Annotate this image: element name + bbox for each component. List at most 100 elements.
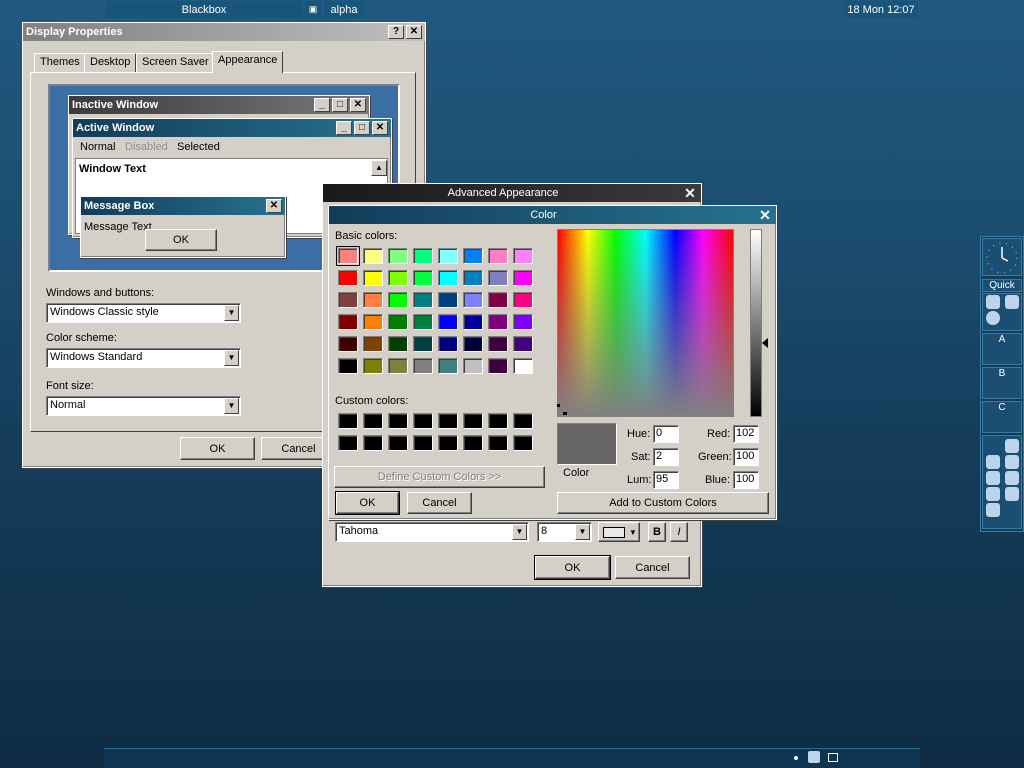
hue-field[interactable]: 0 [653,425,679,443]
size-select[interactable]: 8 ▼ [537,522,592,542]
color-swatch[interactable] [413,336,433,352]
color-swatch[interactable] [463,413,483,429]
help-button[interactable]: ? [388,25,404,39]
color-swatch[interactable] [438,270,458,286]
advanced-titlebar[interactable]: Advanced Appearance ✕ [323,184,701,202]
color-titlebar[interactable]: Color ✕ [329,206,776,224]
color-swatch[interactable] [338,270,358,286]
color-swatch[interactable] [488,270,508,286]
color-swatch[interactable] [463,248,483,264]
ok-button[interactable]: OK [180,437,255,460]
color-swatch[interactable] [338,336,358,352]
color-swatch[interactable] [388,358,408,374]
color-swatch[interactable] [513,336,533,352]
windows-buttons-select[interactable]: Windows Classic style ▼ [46,303,241,323]
color-swatch[interactable] [463,435,483,451]
printer-icon[interactable] [1004,471,1019,485]
color-swatch[interactable] [438,435,458,451]
color-swatch[interactable] [413,413,433,429]
color-swatch[interactable] [513,314,533,330]
tab-themes[interactable]: Themes [34,53,86,72]
workspace-icon[interactable]: ▣ [305,1,321,18]
color-swatch[interactable] [363,413,383,429]
luminosity-slider[interactable] [750,229,762,417]
chevron-down-icon[interactable]: ▼ [224,350,239,366]
close-button[interactable]: ✕ [682,186,698,200]
red-field[interactable]: 102 [733,425,759,443]
color-swatch[interactable] [488,314,508,330]
color-swatch[interactable] [388,435,408,451]
font-select[interactable]: Tahoma ▼ [335,522,529,542]
color-spectrum[interactable] [557,229,734,417]
color-swatch[interactable] [488,413,508,429]
color-swatch[interactable] [363,270,383,286]
lum-field[interactable]: 95 [653,471,679,489]
sat-field[interactable]: 2 [653,448,679,466]
clock-widget[interactable] [982,238,1022,276]
color-swatch[interactable] [363,336,383,352]
advanced-ok-button[interactable]: OK [534,555,611,580]
settings-icon[interactable] [1004,455,1019,469]
color-swatch[interactable] [388,314,408,330]
tab-desktop[interactable]: Desktop [84,53,137,72]
color-swatch[interactable] [413,314,433,330]
color-swatch[interactable] [438,292,458,308]
color-swatch[interactable] [338,435,358,451]
dock-item-a[interactable]: A [982,333,1022,365]
color-swatch[interactable] [513,270,533,286]
color-swatch[interactable] [488,336,508,352]
color-swatch[interactable] [388,292,408,308]
color-swatch[interactable] [463,270,483,286]
color-swatch[interactable] [438,358,458,374]
tray-monitor-icon[interactable] [828,753,838,762]
color-swatch[interactable] [513,248,533,264]
advanced-cancel-button[interactable]: Cancel [615,556,690,579]
color-swatch[interactable] [388,413,408,429]
chevron-down-icon[interactable]: ▼ [224,305,239,321]
color-swatch[interactable] [513,358,533,374]
color-swatch[interactable] [488,292,508,308]
blue-field[interactable]: 100 [733,471,759,489]
color-swatch[interactable] [363,292,383,308]
browser-icon[interactable] [1005,439,1019,453]
color-swatch[interactable] [463,336,483,352]
color-swatch[interactable] [338,292,358,308]
chevron-down-icon[interactable]: ▼ [224,398,239,414]
color-swatch[interactable] [463,358,483,374]
color-swatch[interactable] [388,270,408,286]
color-swatch[interactable] [513,413,533,429]
color-swatch[interactable] [488,435,508,451]
color-swatch[interactable] [463,314,483,330]
computer-icon[interactable] [986,487,1000,501]
explorer-icon[interactable] [1004,295,1019,309]
define-custom-colors-button[interactable]: Define Custom Colors >> [334,466,545,488]
color-swatch[interactable] [438,248,458,264]
chevron-down-icon[interactable]: ▼ [512,524,527,540]
add-to-custom-colors-button[interactable]: Add to Custom Colors [557,492,769,514]
tray-network-icon[interactable] [808,751,820,763]
color-swatch[interactable] [363,358,383,374]
color-swatch[interactable] [338,358,358,374]
color-cancel-button[interactable]: Cancel [407,492,472,514]
tab-appearance[interactable]: Appearance [212,51,284,73]
color-swatch[interactable] [413,270,433,286]
color-swatch[interactable] [413,292,433,308]
close-button[interactable]: ✕ [757,208,773,222]
dock-item-b[interactable]: B [982,367,1022,399]
dock-item-c[interactable]: C [982,401,1022,433]
network-icon[interactable] [986,471,1000,485]
workspace-name[interactable]: alpha [324,1,364,18]
browser-icon[interactable] [986,295,1000,309]
media-player-icon[interactable] [986,311,1000,325]
italic-button[interactable]: I [670,522,688,542]
color-swatch[interactable] [338,413,358,429]
recycle-bin-icon[interactable] [986,503,1000,517]
color-swatch[interactable] [336,246,360,266]
color-swatch[interactable] [413,248,433,264]
color-scheme-select[interactable]: Windows Standard ▼ [46,348,241,368]
tools-icon[interactable] [1004,487,1019,501]
color-ok-button[interactable]: OK [335,491,400,515]
color-swatch[interactable] [438,314,458,330]
font-size-select[interactable]: Normal ▼ [46,396,241,416]
tab-screen-saver[interactable]: Screen Saver [136,53,215,72]
